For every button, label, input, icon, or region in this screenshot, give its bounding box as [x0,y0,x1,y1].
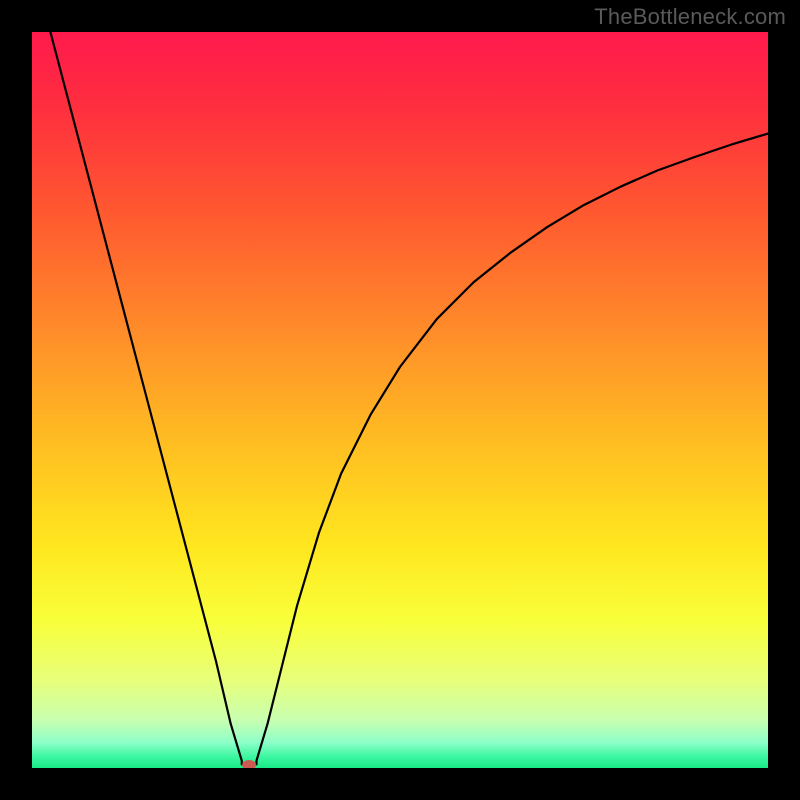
watermark-text: TheBottleneck.com [594,4,786,30]
chart-frame: TheBottleneck.com [0,0,800,800]
plot-area [32,32,768,768]
plot-svg [32,32,768,768]
gradient-background [32,32,768,768]
